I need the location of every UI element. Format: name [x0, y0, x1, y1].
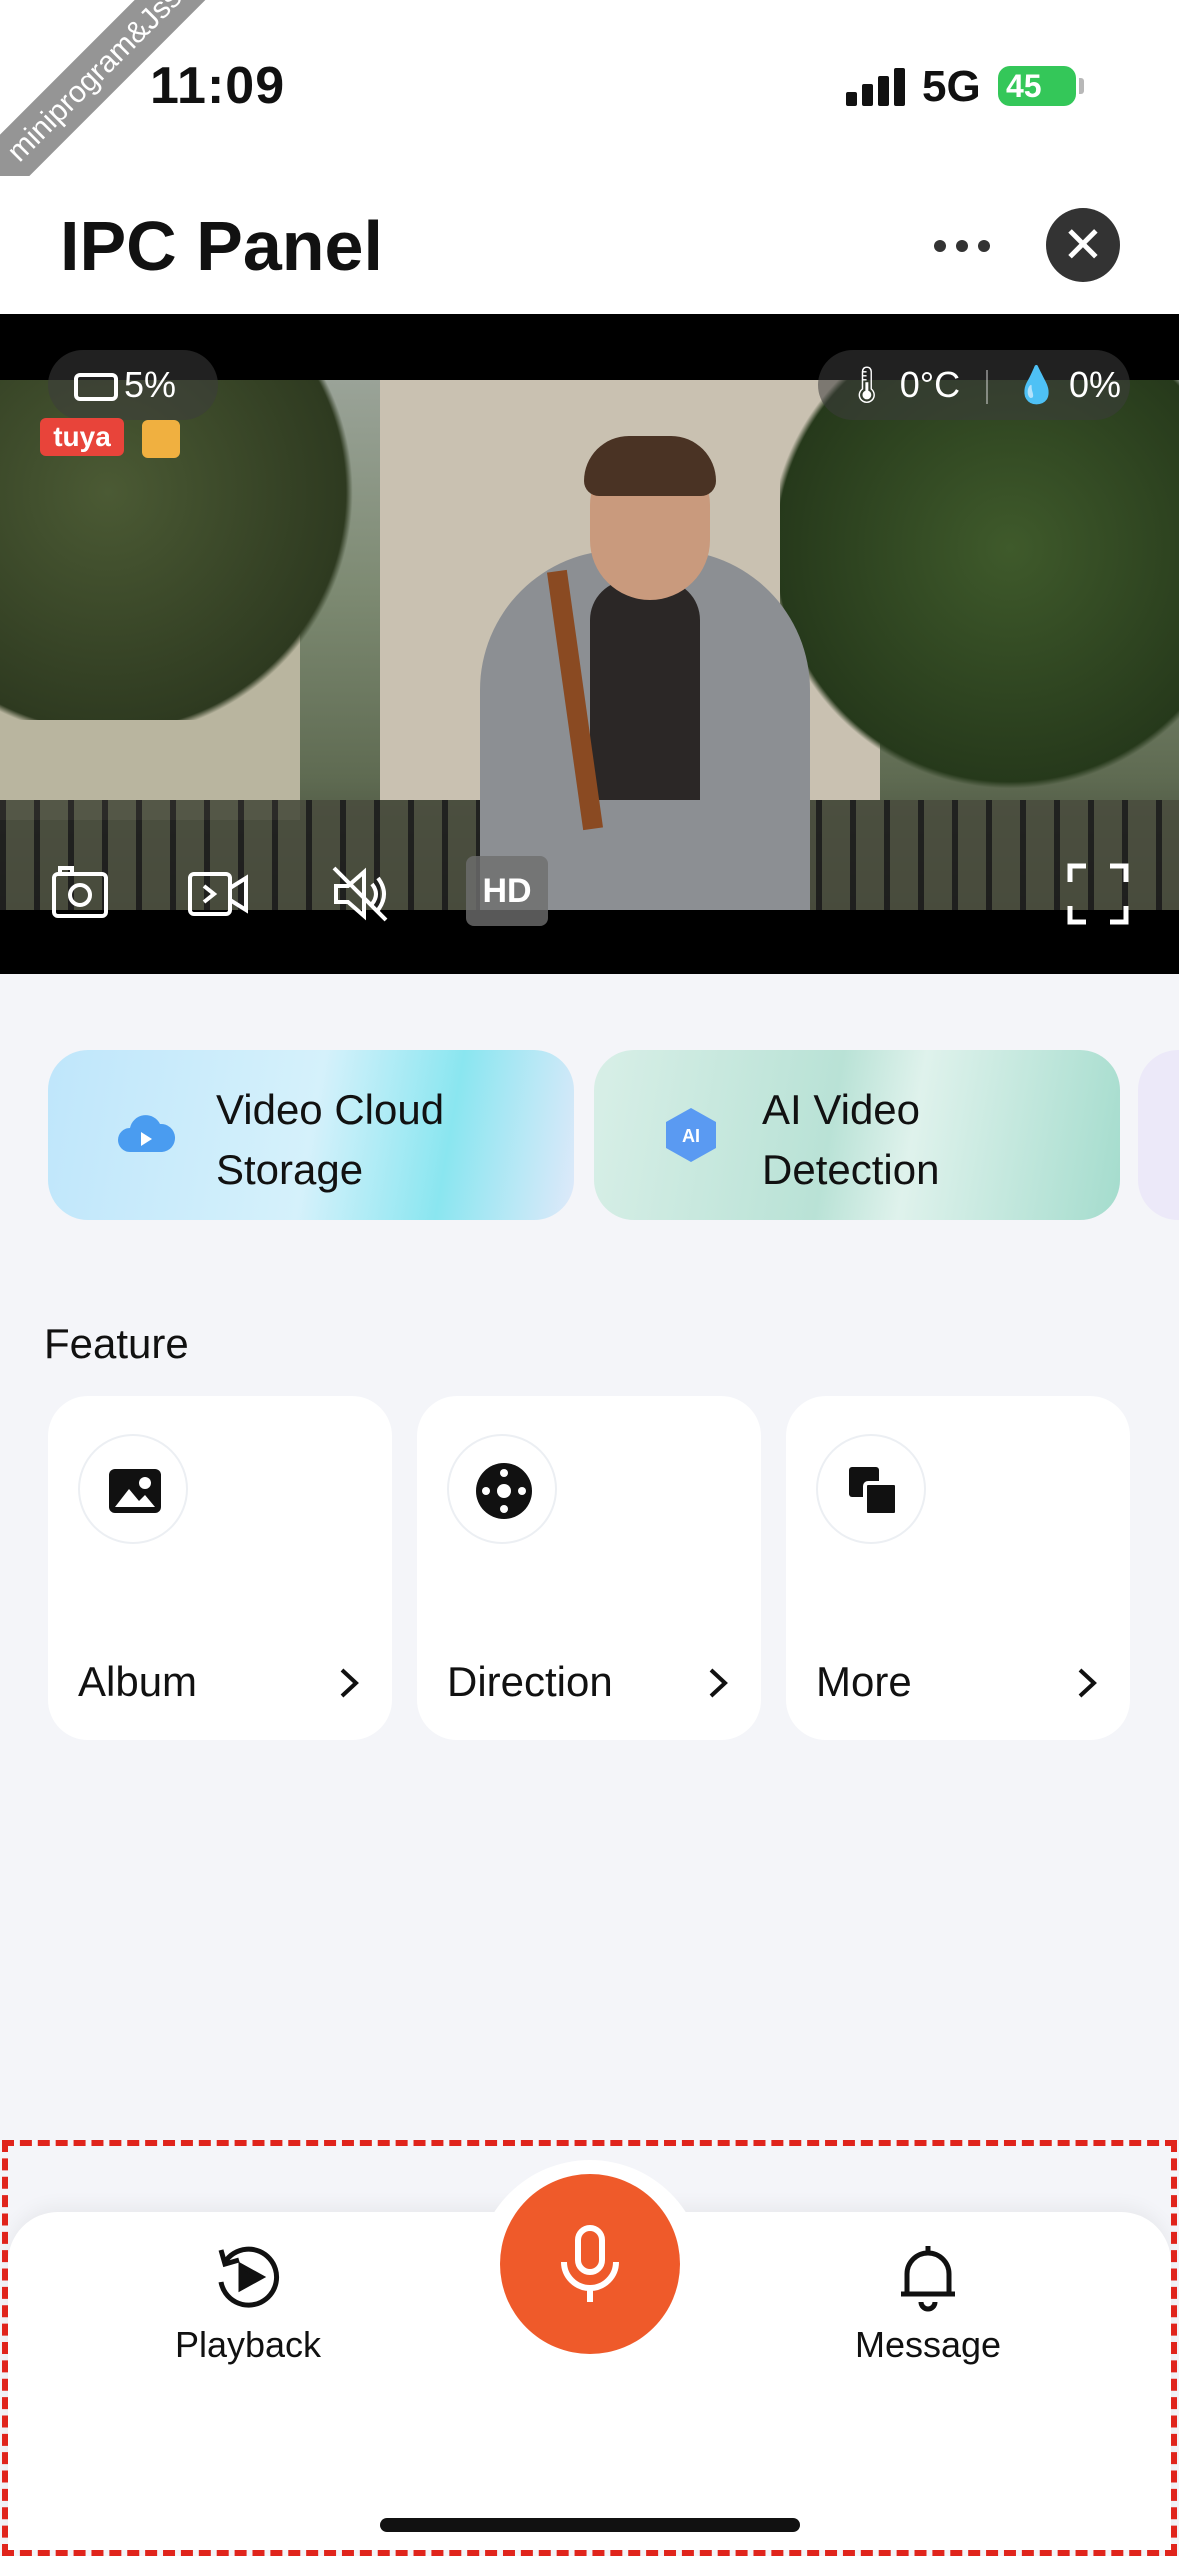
close-icon: ✕: [1062, 217, 1104, 273]
record-icon: [188, 872, 248, 916]
battery-level: 45: [1006, 68, 1042, 104]
humidity-value: 0%: [1069, 364, 1122, 405]
mute-icon: [332, 866, 388, 922]
chevron-right-icon: [1078, 1668, 1097, 1698]
battery-icon: 45: [998, 66, 1076, 106]
device-battery-icon: [74, 373, 118, 402]
service-line2: Detection: [762, 1146, 940, 1193]
temperature-value: 0°C: [899, 364, 961, 405]
screenshot-button[interactable]: [48, 862, 112, 932]
copy-icon: [849, 1467, 899, 1517]
thermometer-icon: 🌡: [844, 364, 890, 405]
service-line1: Video Cloud: [216, 1086, 445, 1133]
svg-text:AI: AI: [682, 1126, 700, 1146]
environment-badge: 🌡 0°C 💧 0%: [818, 350, 1130, 420]
video-cloud-storage-card[interactable]: Video Cloud Storage: [48, 1050, 574, 1220]
more-dots-icon[interactable]: [934, 236, 990, 256]
feature-label: More: [816, 1658, 912, 1705]
cloud-icon: [118, 1115, 176, 1152]
fullscreen-button[interactable]: [1066, 862, 1130, 932]
hd-toggle[interactable]: HD: [466, 856, 548, 926]
brand-badge-icon: [142, 420, 180, 458]
feature-label: Album: [78, 1658, 198, 1705]
panel-header: IPC Panel ✕: [0, 176, 1179, 314]
record-button[interactable]: [186, 862, 250, 932]
status-bar: miniprogram&Jss 11:09 5G 45: [0, 0, 1179, 210]
ai-icon: AI: [666, 1108, 716, 1162]
close-button[interactable]: ✕: [1046, 208, 1120, 282]
status-time: 11:09: [150, 57, 286, 115]
ai-video-detection-card[interactable]: AI AI Video Detection: [594, 1050, 1120, 1220]
screenshot-icon: [52, 866, 108, 918]
feature-album-card[interactable]: Album: [48, 1396, 392, 1740]
feature-section-title: Feature: [44, 1320, 189, 1367]
chevron-right-icon: [340, 1668, 359, 1698]
feature-icon-circle: [816, 1434, 926, 1544]
network-type: 5G: [922, 62, 981, 111]
feature-label: Direction: [447, 1658, 613, 1705]
feature-direction-card[interactable]: Direction: [417, 1396, 761, 1740]
direction-pad-icon: [476, 1463, 532, 1519]
video-frame: [0, 380, 1179, 910]
video-player[interactable]: 5% 🌡 0°C 💧 0% tuya HD: [0, 314, 1179, 974]
bottom-highlight-box: [2, 2140, 1177, 2556]
tuya-logo: tuya: [40, 418, 124, 456]
image-icon: [109, 1469, 161, 1513]
fullscreen-icon: [1067, 863, 1129, 925]
chevron-right-icon: [709, 1668, 728, 1698]
device-battery-badge: 5%: [48, 350, 218, 420]
feature-more-card[interactable]: More: [786, 1396, 1130, 1740]
device-battery-value: 5%: [124, 364, 177, 405]
next-service-card[interactable]: [1138, 1050, 1179, 1220]
feature-icon-circle: [78, 1434, 188, 1544]
signal-icon: [846, 66, 906, 106]
mute-button[interactable]: [328, 862, 392, 932]
battery-cap: [1079, 78, 1084, 94]
service-line2: Storage: [216, 1146, 364, 1193]
service-line1: AI Video: [762, 1086, 921, 1133]
feature-icon-circle: [447, 1434, 557, 1544]
page-title: IPC Panel: [60, 207, 383, 285]
humidity-icon: 💧: [1014, 364, 1059, 405]
